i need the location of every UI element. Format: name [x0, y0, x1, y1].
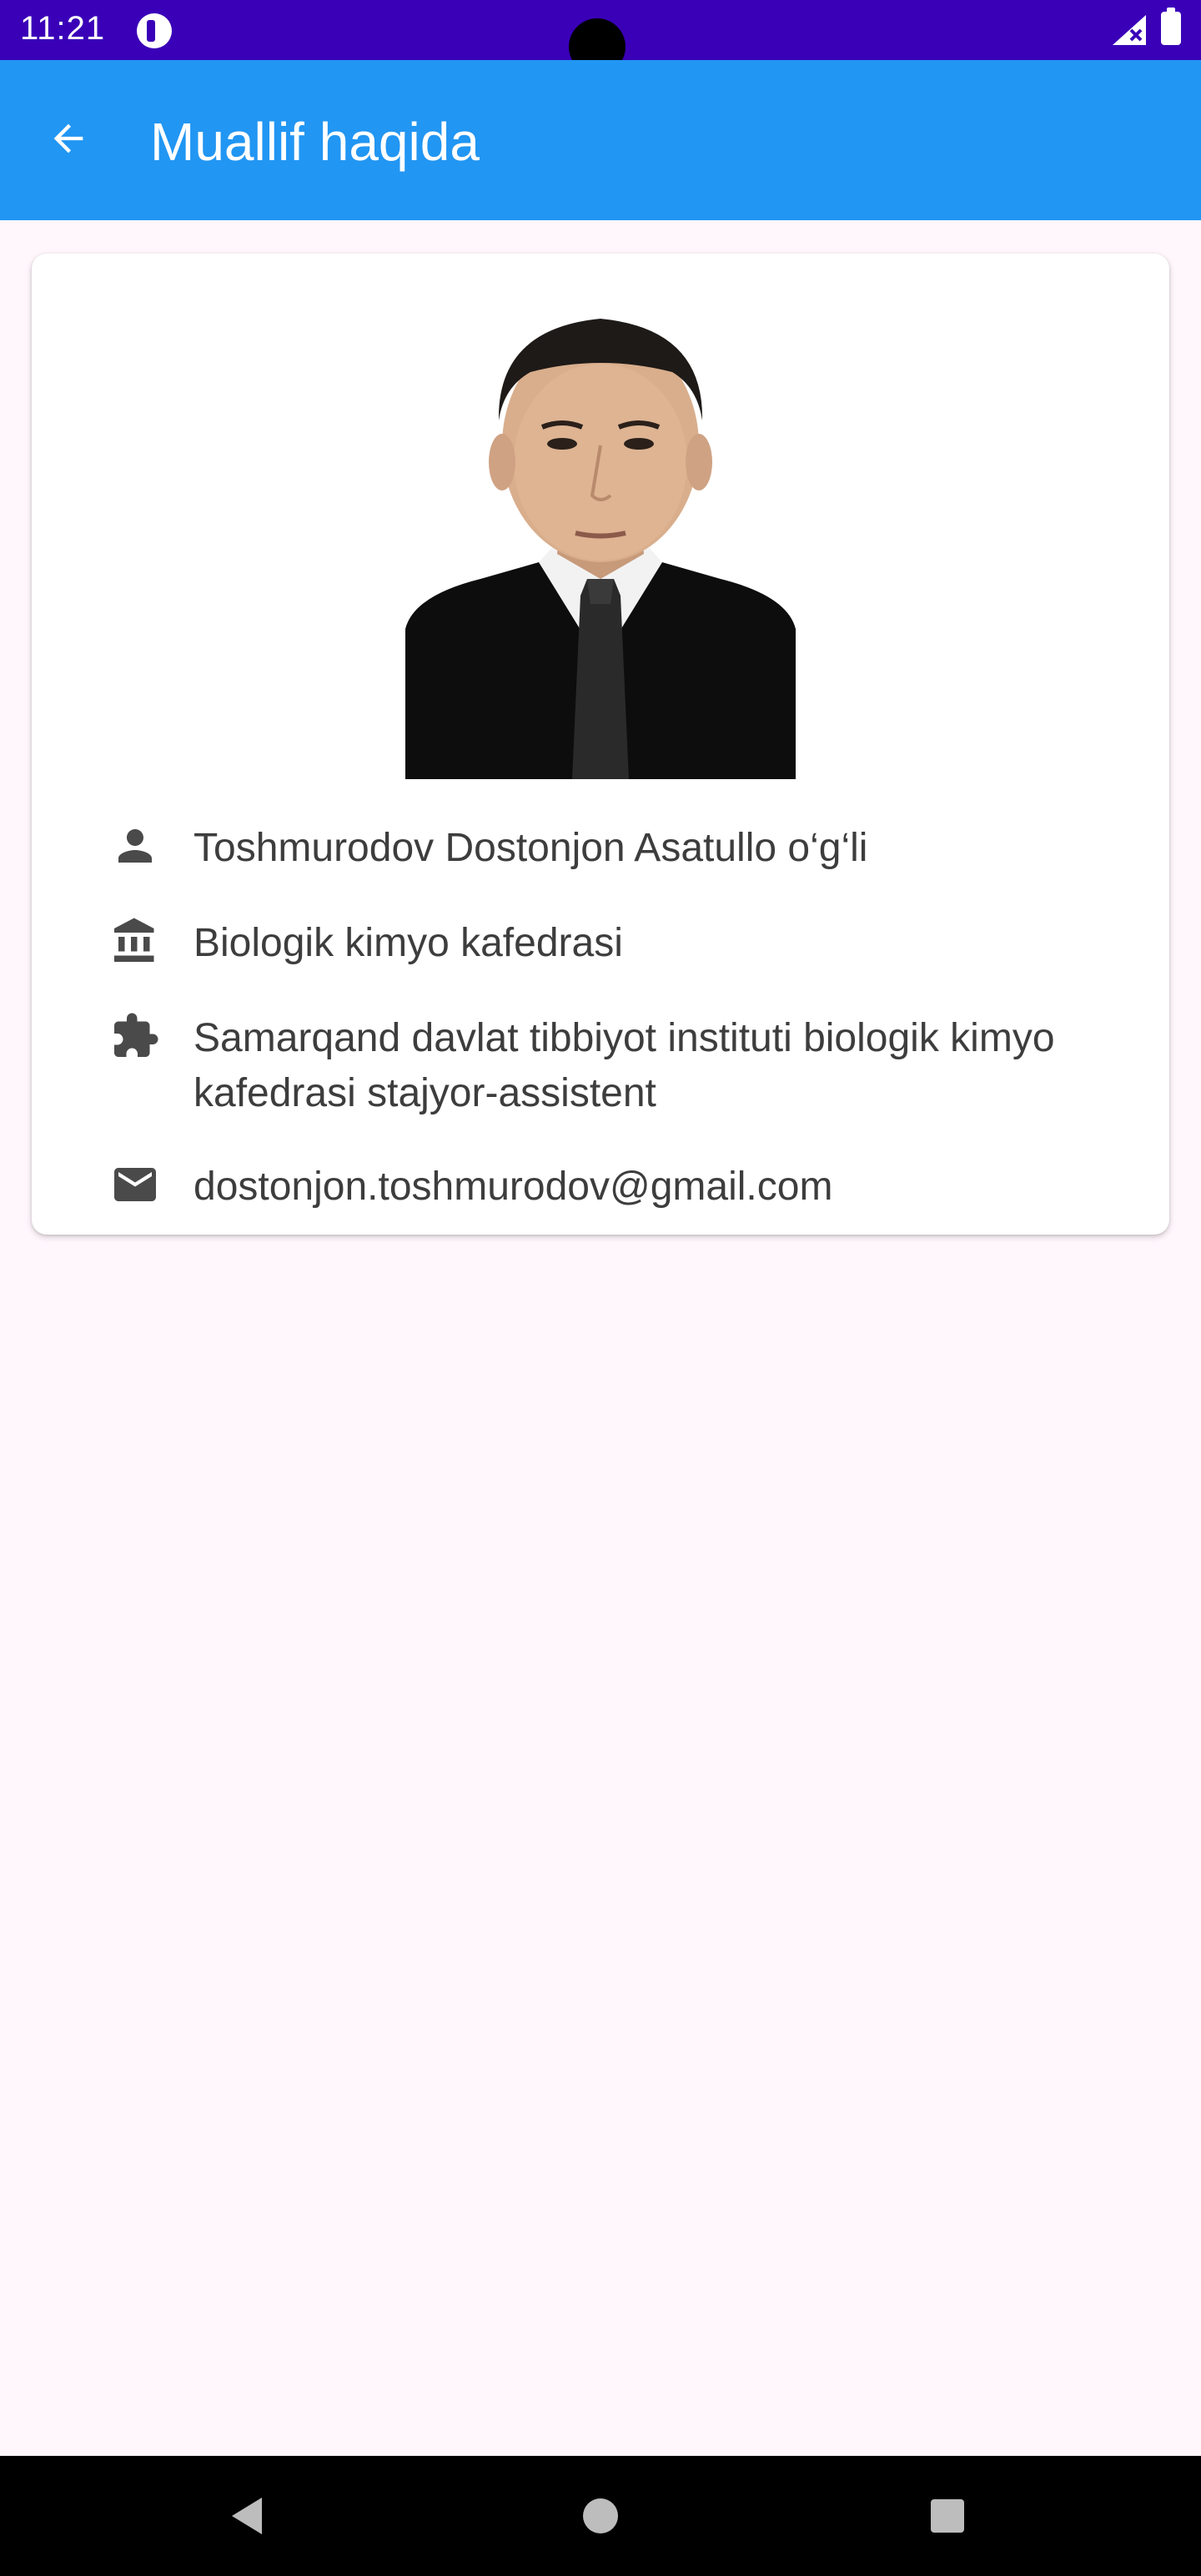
position-text: Samarqand davlat tibbiyot instituti biol…	[193, 1016, 1055, 1115]
navigation-bar	[0, 2456, 1201, 2576]
portrait-photo	[405, 295, 796, 779]
home-circle-icon[interactable]	[574, 2489, 627, 2543]
puzzle-icon	[114, 1013, 158, 1057]
person-icon	[118, 829, 152, 863]
app-notification-icon	[137, 13, 172, 48]
position-row: Samarqand davlat tibbiyot instituti biol…	[80, 1011, 1148, 1124]
email-text[interactable]: dostonjon.toshmurodov@gmail.com	[193, 1160, 1144, 1215]
status-bar: 11:21	[0, 0, 1201, 75]
status-time: 11:21	[20, 10, 106, 47]
email-row: dostonjon.toshmurodov@gmail.com	[80, 1160, 1148, 1218]
arrow-back-icon	[53, 123, 83, 153]
mail-icon	[114, 1168, 156, 1201]
battery-icon	[1161, 8, 1181, 45]
back-button[interactable]	[33, 103, 103, 174]
author-card: Toshmurodov Dostonjon Asatullo o‘g‘li Bi…	[32, 254, 1169, 1235]
department-text: Biologik kimyo kafedrasi	[193, 921, 623, 965]
author-name: Toshmurodov Dostonjon Asatullo o‘g‘li	[193, 826, 868, 870]
institution-icon	[114, 918, 154, 962]
department-row: Biologik kimyo kafedrasi	[80, 916, 1148, 974]
author-photo	[405, 295, 796, 779]
app-bar: Muallif haqida	[0, 60, 1201, 220]
signal-no-data-icon	[1113, 15, 1146, 45]
page-title: Muallif haqida	[150, 112, 480, 172]
recents-square-icon[interactable]	[921, 2489, 974, 2543]
author-name-row: Toshmurodov Dostonjon Asatullo o‘g‘li	[80, 821, 1148, 879]
back-triangle-icon[interactable]	[222, 2489, 275, 2543]
